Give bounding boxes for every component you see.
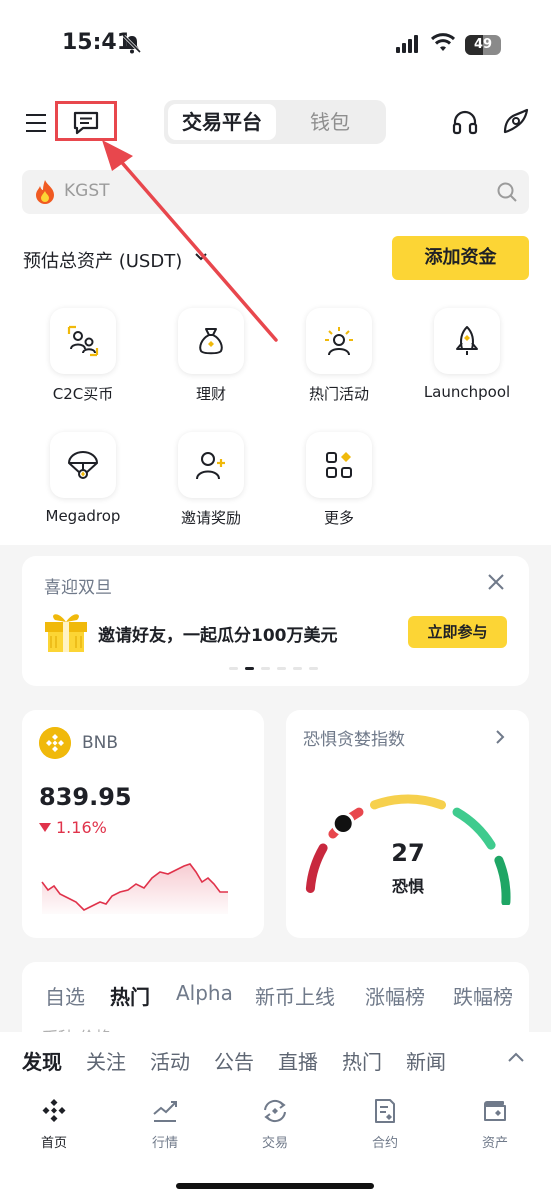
carousel-dot <box>277 667 286 670</box>
fear-greed-title: 恐惧贪婪指数 <box>303 730 405 750</box>
nav-label: 资产 <box>481 1136 508 1151</box>
nav-label: 交易 <box>261 1136 288 1151</box>
trade-exchange-icon <box>264 1099 286 1123</box>
promo-text: 邀请好友，一起瓜分100万美元 <box>98 626 338 646</box>
join-now-button[interactable]: 立即参与 <box>408 616 507 648</box>
promo-title: 喜迎双旦 <box>44 578 112 598</box>
contract-document-icon <box>375 1099 395 1123</box>
quick-action-invite[interactable] <box>178 432 244 498</box>
market-tab-losers[interactable]: 跌幅榜 <box>453 981 529 1010</box>
discover-tab-announcement[interactable]: 公告 <box>214 1046 254 1075</box>
carousel-dot <box>245 667 254 670</box>
gauge-marker <box>331 812 355 835</box>
carousel-dot <box>293 667 302 670</box>
discover-tab-discover[interactable]: 发现 <box>22 1046 62 1075</box>
quick-action-more[interactable] <box>306 432 372 498</box>
nav-label: 首页 <box>40 1136 67 1151</box>
bnb-logo-icon <box>39 727 71 759</box>
market-tab-hot[interactable]: 热门 <box>110 981 150 1010</box>
nav-trade[interactable]: 交易 <box>235 1098 315 1151</box>
chevron-right-icon[interactable] <box>494 729 506 745</box>
carousel-dot <box>261 667 270 670</box>
close-icon[interactable] <box>486 572 506 592</box>
nav-label: 合约 <box>371 1136 398 1151</box>
quick-action-megadrop[interactable] <box>50 432 116 498</box>
fear-greed-value: 27 <box>391 839 425 867</box>
invite-user-icon <box>196 452 225 480</box>
more-grid-icon <box>326 452 352 478</box>
bnb-change: 1.16% <box>56 818 107 837</box>
quick-action-label: 邀请奖励 <box>180 509 241 527</box>
bnb-price: 839.95 <box>39 783 132 811</box>
chart-line-icon <box>153 1101 177 1122</box>
quick-action-label: 更多 <box>323 509 354 527</box>
discover-tab-activity[interactable]: 活动 <box>150 1046 190 1075</box>
discover-tab-news[interactable]: 新闻 <box>406 1046 446 1075</box>
market-tab-new-listing[interactable]: 新币上线 <box>255 981 335 1010</box>
quick-action-label: Megadrop <box>45 507 121 525</box>
chevron-up-icon[interactable] <box>506 1050 526 1064</box>
market-tab-favorites[interactable]: 自选 <box>45 981 85 1010</box>
parachute-icon <box>68 451 98 479</box>
market-tab-alpha[interactable]: Alpha <box>176 981 233 1005</box>
nav-home[interactable]: 首页 <box>14 1098 94 1151</box>
annotation-arrow <box>102 140 278 342</box>
binance-home-icon <box>42 1099 66 1122</box>
fear-greed-label: 恐惧 <box>391 877 424 896</box>
down-triangle-icon <box>39 823 51 832</box>
carousel-dot <box>229 667 238 670</box>
nav-markets[interactable]: 行情 <box>125 1098 205 1151</box>
nav-futures[interactable]: 合约 <box>345 1098 425 1151</box>
carousel-dot <box>309 667 318 670</box>
nav-label: 行情 <box>151 1136 178 1151</box>
bnb-symbol: BNB <box>82 733 119 753</box>
wallet-icon <box>484 1101 506 1121</box>
home-indicator <box>176 1183 374 1189</box>
discover-tab-live[interactable]: 直播 <box>278 1046 318 1075</box>
discover-tab-following[interactable]: 关注 <box>86 1046 126 1075</box>
gift-icon <box>45 614 87 652</box>
bnb-sparkline <box>41 863 228 914</box>
market-tab-gainers[interactable]: 涨幅榜 <box>365 981 425 1010</box>
nav-assets[interactable]: 资产 <box>455 1098 535 1151</box>
discover-tab-hot[interactable]: 热门 <box>342 1046 382 1075</box>
